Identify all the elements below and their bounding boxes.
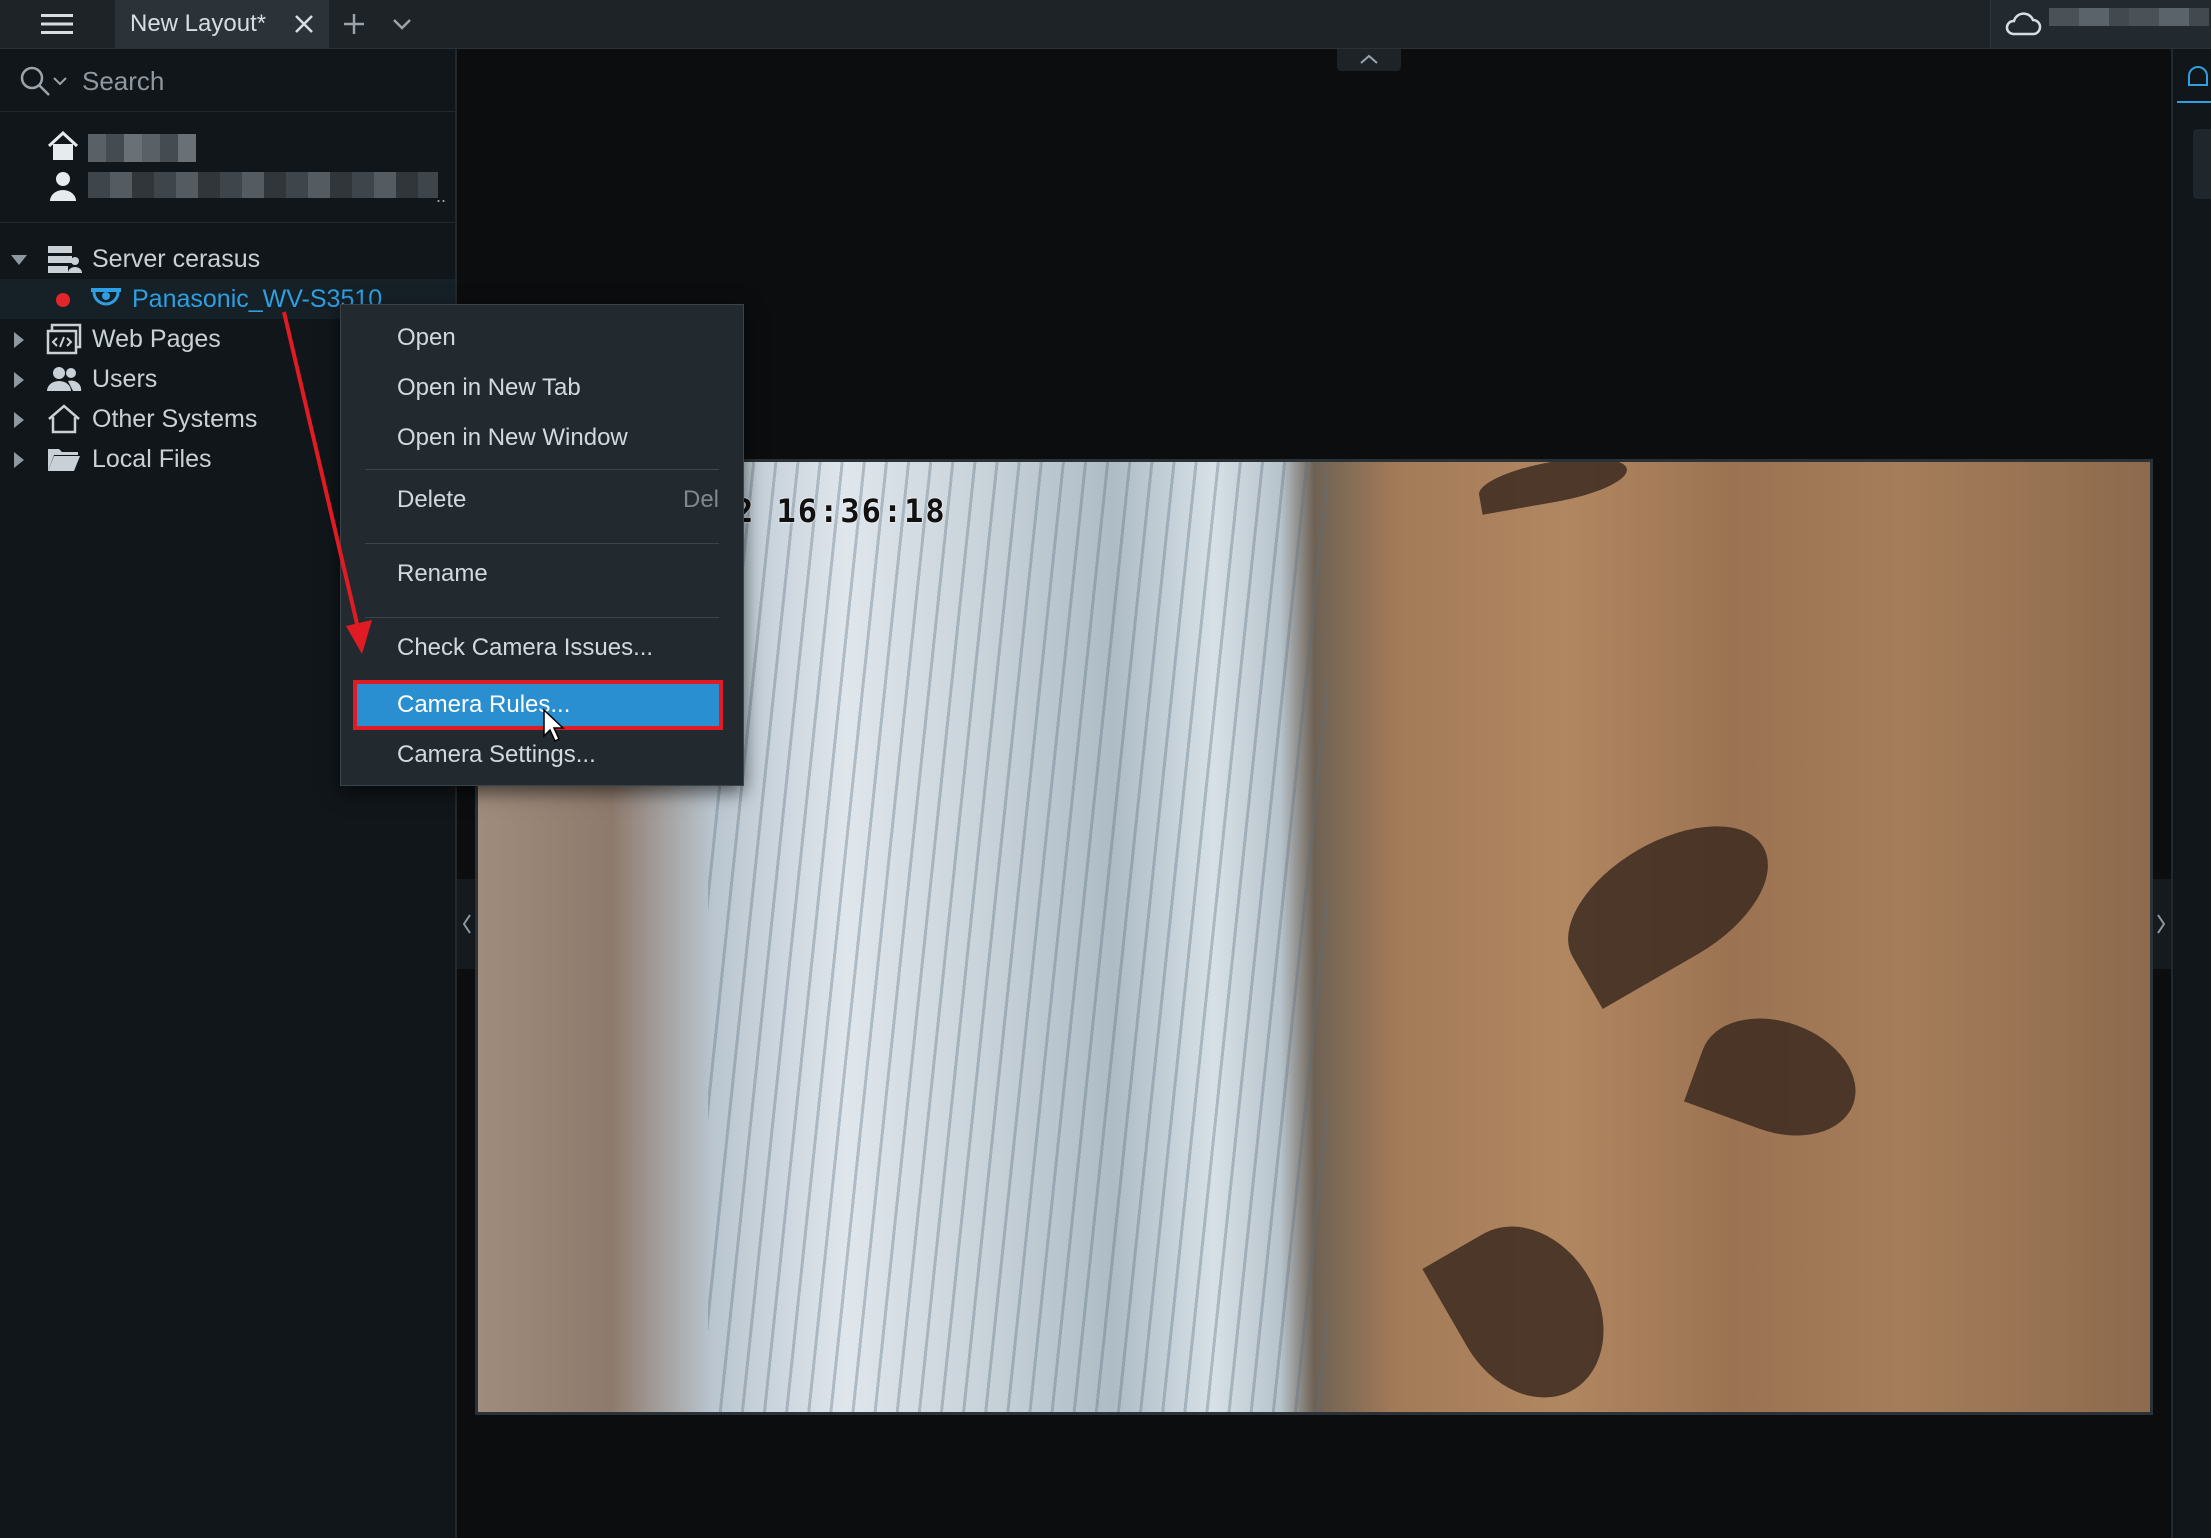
cursor-icon: [543, 708, 565, 743]
menu-item-check-camera-issues[interactable]: Check Camera Issues...: [341, 623, 743, 673]
menu-item-label: Delete: [397, 486, 467, 513]
toggle-top-panel[interactable]: [1337, 49, 1401, 71]
menu-item-label: Check Camera Issues...: [397, 634, 654, 661]
resource-panel: .. Server cerasus Panasonic_WV-S351: [0, 49, 457, 1538]
menu-item-delete[interactable]: Delete Del: [341, 475, 743, 525]
blurred-system-name: [88, 134, 196, 162]
toggle-left-panel[interactable]: [457, 879, 475, 969]
chevron-down-icon[interactable]: [10, 251, 28, 269]
systems-icon: [48, 404, 80, 434]
tree-item-server[interactable]: Server cerasus: [0, 239, 455, 279]
recording-indicator: [56, 293, 70, 307]
search-icon[interactable]: [18, 64, 52, 98]
bell-icon[interactable]: [2183, 63, 2211, 93]
chevron-right-icon[interactable]: [10, 411, 28, 429]
chevron-right-icon[interactable]: [10, 451, 28, 469]
plus-icon[interactable]: [338, 8, 370, 40]
menu-item-label: Open: [397, 324, 456, 351]
cloud-icon: [2005, 12, 2042, 36]
chevron-down-icon[interactable]: [52, 74, 68, 88]
ellipsis: ..: [436, 186, 447, 206]
menu-item-label: Open in New Tab: [397, 374, 581, 401]
title-bar: New Layout*: [0, 0, 2211, 49]
menu-item-label: Rename: [397, 560, 488, 587]
menu-icon: [40, 14, 73, 34]
home-icon: [47, 130, 79, 160]
users-icon: [47, 367, 82, 391]
main-menu-button[interactable]: [0, 0, 113, 48]
search-bar: [0, 49, 455, 112]
active-tab-indicator: [2177, 101, 2211, 103]
chevron-down-icon[interactable]: [386, 8, 418, 40]
folder-icon: [48, 449, 80, 471]
person-icon: [50, 172, 76, 201]
menu-separator: [365, 543, 719, 544]
cloud-status[interactable]: [1990, 0, 2211, 48]
video-curtain-texture: [708, 462, 1328, 1412]
scene-area[interactable]: 2 16:36:18: [457, 49, 2171, 1538]
menu-item-rename[interactable]: Rename: [341, 549, 743, 599]
tree-item-label: Other Systems: [92, 405, 258, 433]
tab-title: New Layout*: [130, 10, 267, 37]
layout-tab[interactable]: New Layout*: [115, 0, 329, 48]
notifications-strip: [2171, 49, 2211, 1538]
blurred-user-name: [88, 172, 438, 198]
notifications-panel-button[interactable]: [2193, 129, 2211, 199]
search-input[interactable]: [80, 62, 444, 100]
menu-separator: [365, 469, 719, 470]
camera-icon: [91, 288, 121, 306]
menu-item-open-in-new-tab[interactable]: Open in New Tab: [341, 363, 743, 413]
chevron-right-icon: [2157, 914, 2166, 934]
menu-item-open[interactable]: Open: [341, 313, 743, 363]
blurred-account-name: [2049, 8, 2209, 26]
menu-separator: [365, 617, 719, 618]
web-page-icon: [46, 323, 82, 355]
tree-item-label: Local Files: [92, 445, 212, 473]
close-icon[interactable]: [291, 11, 317, 37]
server-icon: [48, 246, 82, 273]
menu-item-open-in-new-window[interactable]: Open in New Window: [341, 413, 743, 463]
menu-item-shortcut: Del: [682, 486, 719, 513]
menu-item-camera-rules[interactable]: Camera Rules...: [353, 680, 723, 730]
chevron-right-icon[interactable]: [10, 331, 28, 349]
system-user-info: ..: [0, 112, 455, 223]
chevron-left-icon: [462, 914, 471, 934]
chevron-right-icon[interactable]: [10, 371, 28, 389]
toggle-right-panel[interactable]: [2151, 879, 2171, 969]
tree-item-label: Server cerasus: [92, 245, 261, 273]
tree-item-label: Web Pages: [92, 325, 221, 353]
menu-item-label: Open in New Window: [397, 424, 628, 451]
tree-item-label: Users: [92, 365, 158, 393]
video-timestamp: 2 16:36:18: [734, 492, 947, 530]
chevron-up-icon: [1360, 54, 1378, 64]
